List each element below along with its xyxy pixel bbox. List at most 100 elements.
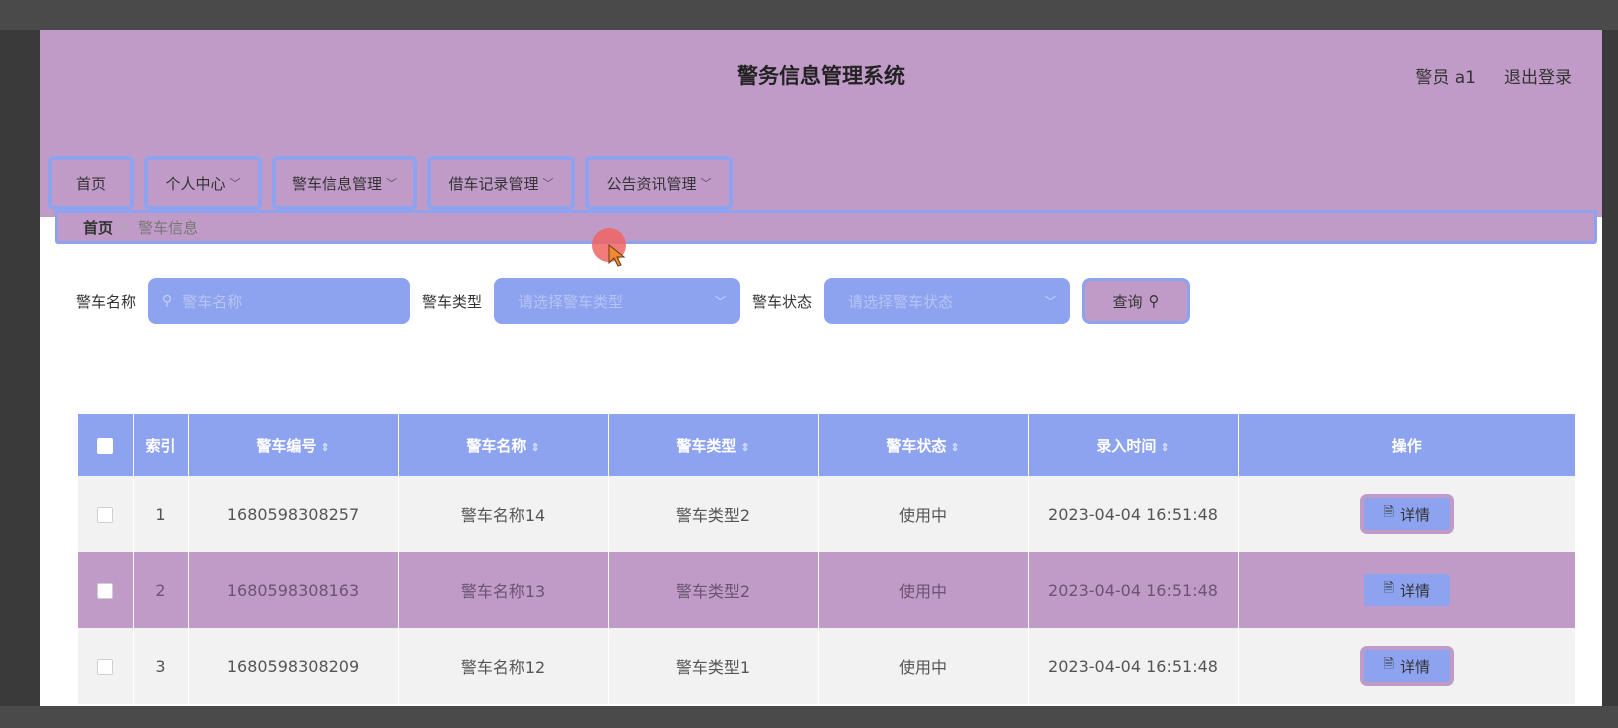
breadcrumb-home[interactable]: 首页 <box>83 217 113 238</box>
cell-index: 2 <box>133 552 189 628</box>
column-header-index: 索引 <box>133 414 189 476</box>
detail-button[interactable]: 🗎 详情 <box>1359 646 1454 686</box>
cell-type: 警车类型2 <box>608 476 819 552</box>
logout-button[interactable]: 退出登录 <box>1504 63 1572 88</box>
nav-label: 首页 <box>75 174 106 193</box>
document-icon: 🗎 <box>1383 657 1394 672</box>
column-header-actions: 操作 <box>1238 414 1575 476</box>
sort-icon[interactable]: ⇕ <box>320 441 329 454</box>
vehicle-name-input[interactable]: ⚲ 警车名称 <box>148 278 411 324</box>
chevron-down-icon: ﹀ <box>542 177 554 190</box>
detail-label: 详情 <box>1399 581 1430 600</box>
column-header-status[interactable]: 警车状态 ⇕ <box>818 414 1029 476</box>
chevron-down-icon: ﹀ <box>1045 295 1057 308</box>
cell-actions: 🗎 详情 <box>1238 476 1575 552</box>
breadcrumb: 首页 / 警车信息 <box>55 210 1597 244</box>
cell-code: 1680598308257 <box>188 476 399 552</box>
cell-time: 2023-04-04 16:51:48 <box>1028 628 1239 704</box>
sort-icon[interactable]: ⇕ <box>950 441 959 454</box>
cell-time: 2023-04-04 16:51:48 <box>1028 476 1239 552</box>
cell-name: 警车名称13 <box>398 552 609 628</box>
row-select-cell <box>78 476 134 552</box>
nav-label: 公告资讯管理 <box>606 174 697 193</box>
header-label: 警车编号 <box>256 436 317 455</box>
table-row: 1 1680598308257 警车名称14 警车类型2 使用中 2023-04… <box>78 476 1575 552</box>
select-all-cell <box>78 414 134 476</box>
nav-label: 个人中心 <box>165 174 226 193</box>
chevron-down-icon: ﹀ <box>715 295 727 308</box>
cell-index: 3 <box>133 628 189 704</box>
nav-item-home[interactable]: 首页 <box>48 156 134 210</box>
header-label: 警车类型 <box>676 436 737 455</box>
query-button[interactable]: 查询 ⚲ <box>1082 278 1191 324</box>
user-area: 警员 a1 退出登录 <box>1415 63 1572 88</box>
row-checkbox[interactable] <box>97 659 114 675</box>
cell-status: 使用中 <box>818 552 1029 628</box>
vehicle-type-select[interactable]: 请选择警车类型 ﹀ <box>494 278 741 324</box>
header-label: 操作 <box>1391 436 1422 455</box>
cell-name: 警车名称14 <box>398 476 609 552</box>
document-icon: 🗎 <box>1383 581 1394 596</box>
table-row: 2 1680598308163 警车名称13 警车类型2 使用中 2023-04… <box>78 552 1575 628</box>
query-label: 查询 <box>1112 292 1143 311</box>
breadcrumb-current: 警车信息 <box>138 218 199 237</box>
cell-time: 2023-04-04 16:51:48 <box>1028 552 1239 628</box>
row-select-cell <box>78 552 134 628</box>
nav-item-vehicle-info[interactable]: 警车信息管理 ﹀ <box>272 156 417 210</box>
search-icon: ⚲ <box>1148 292 1160 310</box>
document-icon: 🗎 <box>1383 505 1394 520</box>
cell-status: 使用中 <box>818 628 1029 704</box>
detail-button[interactable]: 🗎 详情 <box>1359 570 1454 610</box>
cell-code: 1680598308163 <box>188 552 399 628</box>
chevron-down-icon: ﹀ <box>700 177 712 190</box>
row-select-cell <box>78 628 134 704</box>
vehicle-type-placeholder: 请选择警车类型 <box>518 292 624 311</box>
nav-label: 借车记录管理 <box>448 174 539 193</box>
sort-icon[interactable]: ⇕ <box>1160 441 1169 454</box>
nav-item-borrow-records[interactable]: 借车记录管理 ﹀ <box>427 156 575 210</box>
select-all-checkbox[interactable] <box>97 437 114 454</box>
app-header: 警务信息管理系统 警员 a1 退出登录 <box>40 30 1602 120</box>
user-name[interactable]: 警员 a1 <box>1415 63 1476 88</box>
sort-icon[interactable]: ⇕ <box>740 441 749 454</box>
header-label: 索引 <box>145 436 176 455</box>
nav-item-personal-center[interactable]: 个人中心 ﹀ <box>144 156 262 210</box>
vehicle-status-select[interactable]: 请选择警车状态 ﹀ <box>824 278 1071 324</box>
cell-code: 1680598308209 <box>188 628 399 704</box>
sort-icon[interactable]: ⇕ <box>530 441 539 454</box>
nav-item-announcements[interactable]: 公告资讯管理 ﹀ <box>585 156 733 210</box>
cell-index: 1 <box>133 476 189 552</box>
vehicle-name-placeholder: 警车名称 <box>182 292 243 311</box>
page-title: 警务信息管理系统 <box>737 64 905 88</box>
column-header-name[interactable]: 警车名称 ⇕ <box>398 414 609 476</box>
search-bar: 警车名称 ⚲ 警车名称 警车类型 请选择警车类型 ﹀ 警车状态 请选择警车状态 … <box>76 278 1191 324</box>
mouse-cursor-icon <box>608 244 626 267</box>
top-nav: 首页 个人中心 ﹀ 警车信息管理 ﹀ 借车记录管理 ﹀ 公告资讯管理 ﹀ <box>40 120 1602 217</box>
cell-status: 使用中 <box>818 476 1029 552</box>
search-icon: ⚲ <box>162 293 173 309</box>
column-header-code[interactable]: 警车编号 ⇕ <box>188 414 399 476</box>
table-row: 3 1680598308209 警车名称12 警车类型1 使用中 2023-04… <box>78 628 1575 704</box>
detail-button[interactable]: 🗎 详情 <box>1359 494 1454 534</box>
vehicle-status-placeholder: 请选择警车状态 <box>848 292 954 311</box>
app-window: 警务信息管理系统 警员 a1 退出登录 首页 个人中心 ﹀ 警车信息管理 ﹀ 借… <box>40 30 1602 706</box>
breadcrumb-separator: / <box>123 218 129 236</box>
chevron-down-icon: ﹀ <box>229 177 241 190</box>
vehicle-table: 索引 警车编号 ⇕ 警车名称 ⇕ 警车类型 ⇕ 警车状态 ⇕ 录入时间 ⇕ 操作 1 16… <box>78 414 1575 704</box>
table-header-row: 索引 警车编号 ⇕ 警车名称 ⇕ 警车类型 ⇕ 警车状态 ⇕ 录入时间 ⇕ 操作 <box>78 414 1575 476</box>
cell-actions: 🗎 详情 <box>1238 552 1575 628</box>
row-checkbox[interactable] <box>97 583 114 599</box>
background-document-strip-bottom <box>0 706 1618 728</box>
header-label: 警车状态 <box>886 436 947 455</box>
detail-label: 详情 <box>1399 657 1430 676</box>
vehicle-status-label: 警车状态 <box>752 292 813 311</box>
header-label: 警车名称 <box>466 436 527 455</box>
column-header-type[interactable]: 警车类型 ⇕ <box>608 414 819 476</box>
header-label: 录入时间 <box>1096 436 1157 455</box>
vehicle-name-label: 警车名称 <box>76 292 137 311</box>
detail-label: 详情 <box>1399 505 1430 524</box>
cell-actions: 🗎 详情 <box>1238 628 1575 704</box>
chevron-down-icon: ﹀ <box>386 177 397 190</box>
row-checkbox[interactable] <box>97 507 114 523</box>
column-header-time[interactable]: 录入时间 ⇕ <box>1028 414 1239 476</box>
